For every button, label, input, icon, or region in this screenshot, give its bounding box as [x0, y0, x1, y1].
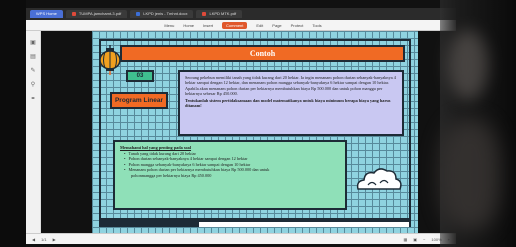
tab-bar: WPS Home TUMPA.jamchamt-3.pdf LKPD jenis… — [26, 8, 456, 20]
tab-pdf-1[interactable]: TUMPA.jamchamt-3.pdf — [65, 10, 128, 18]
next-page-icon[interactable]: ▶ — [53, 237, 56, 242]
toolbar-protect[interactable]: Protect — [291, 23, 304, 28]
toolbar-insert[interactable]: Insert — [203, 23, 213, 28]
left-panel: ▣ ▤ ✎ ⚲ ⚭ — [26, 31, 41, 239]
topic-label-box: Program Linear — [110, 92, 168, 109]
page-indicator: 1/1 — [41, 236, 47, 242]
document-page: Contoh 03 Program Linear Seorang pekebun… — [92, 31, 418, 233]
bottom-decor-band — [199, 222, 409, 227]
toolbar-comment[interactable]: Comment — [222, 21, 248, 29]
annotation-icon[interactable]: ✎ — [30, 67, 35, 74]
lantern-icon — [99, 45, 121, 75]
section-number: 03 — [136, 73, 144, 79]
webcam-blur-body — [440, 120, 500, 230]
thumbnail-icon[interactable]: ▤ — [30, 53, 36, 60]
problem-question: Tentukanlah sistem pertidaksamaan dan mo… — [185, 97, 391, 109]
pdf-icon — [202, 12, 207, 16]
view-mode-icon[interactable]: ▦ — [404, 237, 408, 242]
toolbar-page[interactable]: Page — [272, 23, 281, 28]
key-points-list: Tanah yang tidak kurang dari 20 hektar P… — [120, 151, 340, 179]
key-points-box: Memahami hal yang penting pada soal Tana… — [113, 140, 347, 210]
problem-text: Seorang pekebun memiliki tanah yang tida… — [185, 75, 396, 97]
toolbar-home[interactable]: Home — [183, 23, 194, 28]
tab-label: LKPD jenis - Tmhnt.docx — [143, 11, 188, 16]
search-icon[interactable]: ⚲ — [31, 81, 35, 88]
tab-label: WPS Home — [36, 11, 57, 16]
toolbar-tools[interactable]: Tools — [312, 23, 321, 28]
attachment-icon[interactable]: ⚭ — [30, 95, 35, 102]
screen: WPS Home TUMPA.jamchamt-3.pdf LKPD jenis… — [0, 0, 516, 247]
cloud-icon — [356, 168, 402, 190]
topic-label: Program Linear — [114, 97, 164, 104]
word-icon — [136, 12, 141, 16]
tab-label: LKPD MTK.pdf — [209, 11, 237, 16]
menu-button[interactable]: Menu — [164, 23, 174, 28]
section-number-box: 03 — [126, 70, 154, 82]
tab-wps-home[interactable]: WPS Home — [30, 10, 63, 18]
tab-docx[interactable]: LKPD jenis - Tmhnt.docx — [130, 10, 194, 18]
slide-title-bar: Contoh — [120, 45, 405, 62]
prev-page-icon[interactable]: ◀ — [32, 237, 35, 242]
zoom-out-icon[interactable]: − — [423, 237, 425, 242]
webcam-blur-head — [448, 30, 488, 100]
fit-page-icon[interactable]: ▣ — [413, 237, 417, 242]
toolbar-edit[interactable]: Edit — [256, 23, 263, 28]
status-bar: ◀ 1/1 ▶ ▦ ▣ − 100% + — [26, 233, 456, 244]
list-item-continuation: pohonmangga per hektarnya biaya Rp 450.0… — [131, 172, 212, 178]
pdf-icon — [71, 12, 76, 16]
bottom-decor-strip — [99, 218, 411, 227]
tab-label: TUMPA.jamchamt-3.pdf — [78, 11, 122, 16]
slide-title: Contoh — [249, 49, 276, 58]
bookmark-icon[interactable]: ▣ — [30, 39, 36, 46]
left-black-margin — [0, 0, 26, 247]
webcam-overlay — [440, 0, 516, 247]
tab-pdf-2[interactable]: LKPD MTK.pdf — [196, 10, 243, 18]
ribbon-toolbar: Menu Home Insert Comment Edit Page Prote… — [26, 20, 456, 31]
problem-box: Seorang pekebun memiliki tanah yang tida… — [178, 70, 404, 136]
